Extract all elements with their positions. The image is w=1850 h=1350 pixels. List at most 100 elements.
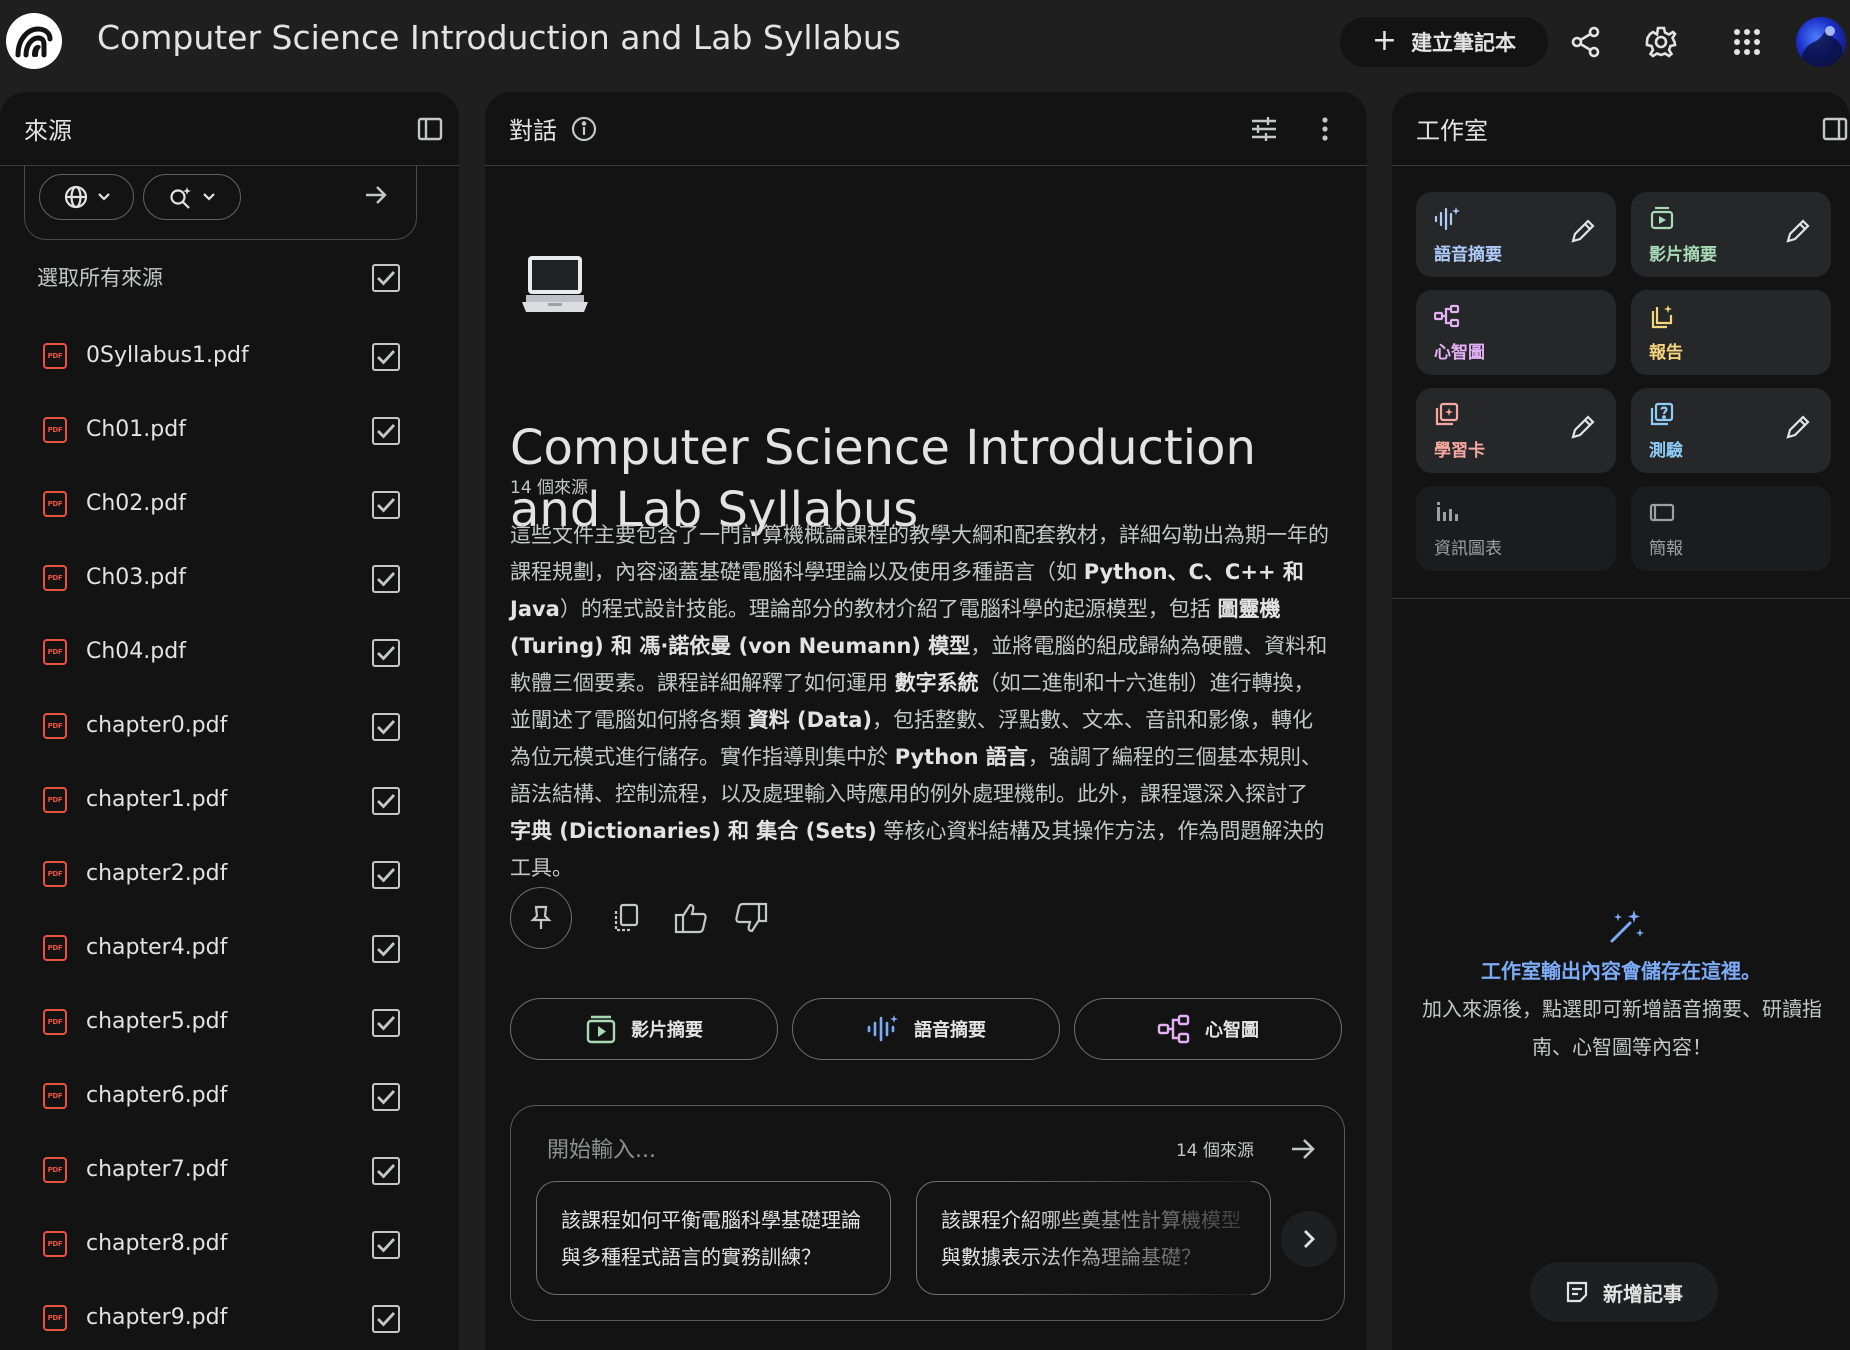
- source-name: 0Syllabus1.pdf: [86, 343, 249, 368]
- tile-label: 報告: [1649, 343, 1683, 363]
- studio-tile-slides[interactable]: 簡報: [1631, 486, 1831, 571]
- source-checkbox[interactable]: [372, 491, 400, 519]
- list-item[interactable]: PDF Ch02.pdf: [0, 475, 459, 535]
- pencil-edit-icon[interactable]: [1783, 216, 1813, 246]
- pin-button[interactable]: [510, 887, 572, 949]
- list-item[interactable]: PDF chapter2.pdf: [0, 845, 459, 905]
- apps-grid-icon[interactable]: [1723, 18, 1771, 66]
- tile-label: 語音摘要: [1434, 245, 1502, 265]
- plus-icon: +: [1371, 22, 1398, 58]
- collapse-panel-icon[interactable]: [417, 116, 443, 146]
- source-checkbox[interactable]: [372, 565, 400, 593]
- tile-label: 影片摘要: [1649, 245, 1717, 265]
- list-item[interactable]: PDF chapter8.pdf: [0, 1215, 459, 1275]
- suggested-question[interactable]: 該課程介紹哪些奠基性計算機模型與數據表示法作為理論基礎？: [916, 1181, 1271, 1295]
- source-checkbox[interactable]: [372, 639, 400, 667]
- tile-label: 心智圖: [1434, 343, 1485, 363]
- source-checkbox[interactable]: [372, 1157, 400, 1185]
- next-suggestions-button[interactable]: [1281, 1211, 1337, 1267]
- studio-tile-quiz[interactable]: 測驗: [1631, 388, 1831, 473]
- pdf-file-icon: PDF: [43, 1305, 67, 1331]
- source-checkbox[interactable]: [372, 1305, 400, 1333]
- list-item[interactable]: PDF chapter4.pdf: [0, 919, 459, 979]
- send-button[interactable]: [1282, 1128, 1324, 1170]
- list-item[interactable]: PDF chapter1.pdf: [0, 771, 459, 831]
- source-search-box: [24, 166, 417, 240]
- tile-label: 學習卡: [1434, 441, 1485, 461]
- video-summary-icon: [586, 1015, 616, 1044]
- tile-label: 測驗: [1649, 441, 1683, 461]
- pencil-edit-icon[interactable]: [1568, 216, 1598, 246]
- list-item[interactable]: PDF chapter5.pdf: [0, 993, 459, 1053]
- notebooklm-logo-icon[interactable]: [6, 13, 62, 69]
- suggested-question[interactable]: 該課程如何平衡電腦科學基礎理論與多種程式語言的實務訓練？: [536, 1181, 891, 1295]
- settings-gear-icon[interactable]: [1637, 18, 1685, 66]
- source-checkbox[interactable]: [372, 343, 400, 371]
- flashcards-icon: [1435, 402, 1459, 426]
- list-item[interactable]: PDF chapter9.pdf: [0, 1289, 459, 1349]
- source-checkbox[interactable]: [372, 713, 400, 741]
- audio-waveform-icon: [867, 1015, 898, 1042]
- search-mode-dropdown[interactable]: [143, 174, 241, 220]
- pdf-file-icon: PDF: [43, 935, 67, 961]
- sources-header: 來源: [0, 92, 459, 166]
- top-bar: Computer Science Introduction and Lab Sy…: [0, 0, 1850, 84]
- select-all-checkbox[interactable]: [372, 264, 400, 292]
- list-item[interactable]: PDF Ch04.pdf: [0, 623, 459, 683]
- mind-map-button[interactable]: 心智圖: [1074, 998, 1342, 1060]
- tune-settings-icon[interactable]: [1250, 116, 1278, 146]
- source-checkbox[interactable]: [372, 417, 400, 445]
- list-item[interactable]: PDF Ch01.pdf: [0, 401, 459, 461]
- audio-overview-button[interactable]: 語音摘要: [792, 998, 1060, 1060]
- thumbs-down-icon[interactable]: [730, 897, 772, 939]
- list-item[interactable]: PDF chapter7.pdf: [0, 1141, 459, 1201]
- studio-divider: [1392, 598, 1850, 599]
- bar-chart-icon: [1437, 502, 1458, 521]
- chat-input[interactable]: 開始輸入...: [547, 1132, 656, 1164]
- studio-tile-report[interactable]: 報告: [1631, 290, 1831, 375]
- source-name: chapter6.pdf: [86, 1083, 228, 1108]
- submit-arrow-icon[interactable]: [363, 182, 389, 212]
- studio-tile-infographic[interactable]: 資訊圖表: [1416, 486, 1616, 571]
- chat-panel: 對話 Computer Science Introduction and Lab…: [485, 92, 1367, 1350]
- pencil-edit-icon[interactable]: [1783, 412, 1813, 442]
- collapse-panel-icon[interactable]: [1822, 116, 1848, 146]
- share-icon[interactable]: [1562, 18, 1610, 66]
- studio-tile-flashcards[interactable]: 學習卡: [1416, 388, 1616, 473]
- chevron-down-icon: [203, 193, 215, 201]
- source-checkbox[interactable]: [372, 1231, 400, 1259]
- audio-waveform-icon: [1434, 207, 1460, 231]
- list-item[interactable]: PDF chapter6.pdf: [0, 1067, 459, 1127]
- source-checkbox[interactable]: [372, 861, 400, 889]
- pdf-file-icon: PDF: [43, 343, 67, 369]
- copy-icon[interactable]: [605, 897, 647, 939]
- arrow-right-icon: [1292, 1139, 1315, 1159]
- add-note-button[interactable]: 新增記事: [1530, 1262, 1718, 1322]
- source-checkbox[interactable]: [372, 935, 400, 963]
- video-overview-button[interactable]: 影片摘要: [510, 998, 778, 1060]
- pdf-file-icon: PDF: [43, 713, 67, 739]
- list-item[interactable]: PDF Ch03.pdf: [0, 549, 459, 609]
- studio-tile-mind-map[interactable]: 心智圖: [1416, 290, 1616, 375]
- info-icon[interactable]: [571, 116, 597, 142]
- tile-label: 簡報: [1649, 539, 1683, 559]
- source-checkbox[interactable]: [372, 1009, 400, 1037]
- video-overview-label: 影片摘要: [631, 1020, 703, 1041]
- thumbs-up-icon[interactable]: [670, 897, 712, 939]
- avatar[interactable]: [1796, 17, 1846, 67]
- notebook-title[interactable]: Computer Science Introduction and Lab Sy…: [97, 18, 901, 57]
- laptop-emoji-icon: [518, 250, 588, 320]
- source-checkbox[interactable]: [372, 1083, 400, 1111]
- create-notebook-button[interactable]: + 建立筆記本: [1340, 17, 1548, 67]
- more-vert-icon[interactable]: [1320, 116, 1330, 146]
- studio-tile-audio-overview[interactable]: 語音摘要: [1416, 192, 1616, 277]
- web-source-dropdown[interactable]: [39, 174, 134, 220]
- pencil-edit-icon[interactable]: [1568, 412, 1598, 442]
- audio-overview-label: 語音摘要: [914, 1020, 986, 1041]
- list-item[interactable]: PDF 0Syllabus1.pdf: [0, 327, 459, 387]
- studio-tile-video-overview[interactable]: 影片摘要: [1631, 192, 1831, 277]
- list-item[interactable]: PDF chapter0.pdf: [0, 697, 459, 757]
- pdf-file-icon: PDF: [43, 1231, 67, 1257]
- source-checkbox[interactable]: [372, 787, 400, 815]
- source-name: chapter1.pdf: [86, 787, 228, 812]
